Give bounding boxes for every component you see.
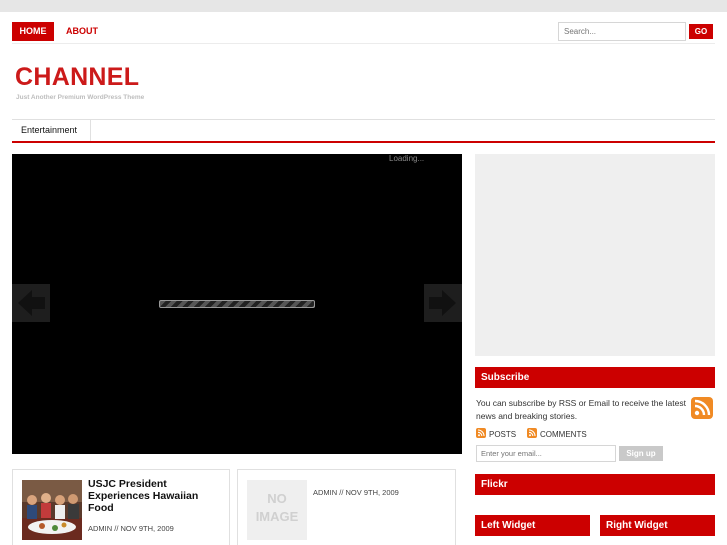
rss-icon [476,428,486,438]
rss-icon [527,428,537,438]
site-tagline: Just Another Premium WordPress Theme [16,94,145,101]
search-input[interactable] [558,22,686,41]
arrow-right-icon [429,290,456,316]
slider-next-button[interactable] [424,284,462,322]
site-logo[interactable]: CHANNEL [15,63,139,92]
subscribe-description: You can subscribe by RSS or Email to rec… [476,398,686,421]
post-meta: ADMIN // NOV 9TH, 2009 [313,488,399,497]
email-field[interactable] [476,445,616,462]
post-title[interactable]: USJC President Experiences Hawaiian Food [88,478,226,514]
category-bar-underline [12,141,715,143]
nav-about-link[interactable]: ABOUT [58,22,106,41]
header-divider [12,43,715,44]
browser-top-strip [0,0,727,12]
post-meta: ADMIN // NOV 9TH, 2009 [88,524,174,533]
signup-button[interactable]: Sign up [619,446,663,461]
rss-icon[interactable] [691,397,713,419]
posts-feed-link[interactable]: POSTS [476,428,516,440]
comments-feed-link[interactable]: COMMENTS [527,428,587,440]
category-bar-top-border [12,119,715,120]
left-widget-title: Left Widget [475,515,590,536]
post-photo [22,480,82,540]
post-card: USJC President Experiences Hawaiian Food… [12,469,230,545]
arrow-left-icon [18,290,45,316]
post-card: NO IMAGE ADMIN // NOV 9TH, 2009 [237,469,456,545]
search-go-button[interactable]: GO [689,24,713,39]
category-tab-entertainment[interactable]: Entertainment [12,120,91,141]
posts-feed-label: POSTS [489,430,517,439]
right-widget-title: Right Widget [600,515,715,536]
sidebar-ad-box [475,154,715,356]
slider-loading-bar [159,300,315,308]
slider-prev-button[interactable] [12,284,50,322]
subscribe-widget-title: Subscribe [475,367,715,388]
flickr-widget-title: Flickr [475,474,715,495]
comments-feed-label: COMMENTS [540,430,587,439]
post-thumbnail[interactable] [22,480,82,540]
slider-loading-text: Loading... [389,154,425,163]
nav-home-link[interactable]: HOME [12,22,54,41]
no-image-placeholder[interactable]: NO IMAGE [247,480,307,540]
featured-slider[interactable]: Loading... [12,154,462,454]
